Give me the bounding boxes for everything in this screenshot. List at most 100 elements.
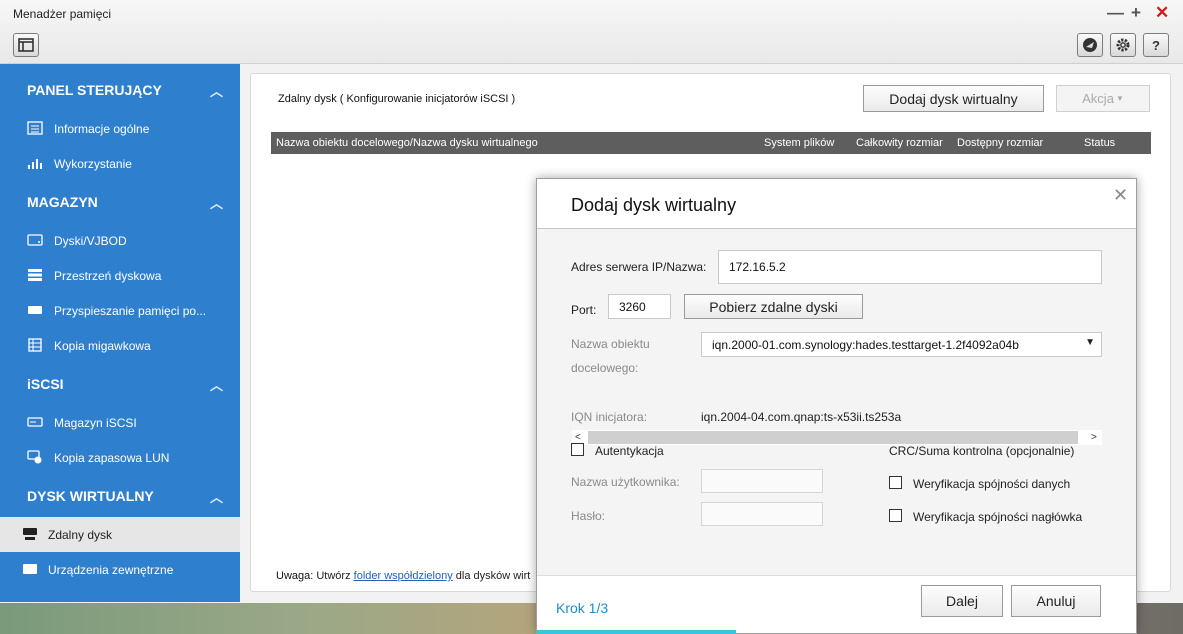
sidebar-section-iscsi[interactable]: iSCSI ︿ xyxy=(0,362,240,406)
minimize-icon[interactable]: — xyxy=(1107,4,1124,22)
sidebar-item-disks[interactable]: Dyski/VJBOD xyxy=(0,223,240,258)
password-label: Hasło: xyxy=(571,509,606,523)
app-title: Menadżer pamięci xyxy=(13,7,112,21)
layout-button[interactable] xyxy=(13,33,39,57)
overview-icon xyxy=(27,121,43,135)
iscsi-storage-icon xyxy=(27,417,43,427)
cancel-button[interactable]: Anuluj xyxy=(1011,585,1101,617)
sidebar-item-label: Przestrzeń dyskowa xyxy=(54,269,162,283)
step-indicator: Krok 1/3 xyxy=(556,600,609,616)
section-label: iSCSI xyxy=(27,376,64,392)
wizard-progress-bar xyxy=(537,630,737,634)
divider xyxy=(537,575,1136,576)
header-digest-label: Weryfikacja spójności nagłówka xyxy=(913,510,1083,524)
sidebar-item-label: Kopia zapasowa LUN xyxy=(54,451,170,465)
disk-icon xyxy=(27,234,43,246)
table-header: Nazwa obiektu docelowego/Nazwa dysku wir… xyxy=(271,132,1151,154)
server-address-label: Adres serwera IP/Nazwa: xyxy=(571,260,707,274)
action-label: Akcja xyxy=(1082,91,1114,106)
chevron-up-icon[interactable]: ︿ xyxy=(210,487,223,506)
sidebar-item-label: Informacje ogólne xyxy=(54,122,150,136)
sidebar-item-snapshot[interactable]: Kopia migawkowa xyxy=(0,328,240,363)
chevron-up-icon[interactable]: ︿ xyxy=(210,375,223,394)
port-label: Port: xyxy=(571,303,597,317)
data-digest-label: Weryfikacja spójności danych xyxy=(913,477,1071,491)
sidebar-section-control-panel[interactable]: PANEL STERUJĄCY ︿ xyxy=(0,68,240,112)
lun-backup-icon xyxy=(27,450,42,464)
sidebar: PANEL STERUJĄCY ︿ Informacje ogólne Wyko… xyxy=(0,64,240,602)
column-header[interactable]: Całkowity rozmiar xyxy=(856,137,943,149)
column-header[interactable]: Dostępny rozmiar xyxy=(957,137,1043,149)
next-button[interactable]: Dalej xyxy=(921,585,1003,617)
target-name-label: Nazwa obiektu xyxy=(571,337,650,351)
sidebar-item-label: Dyski/VJBOD xyxy=(54,234,127,248)
sidebar-item-lun-backup[interactable]: Kopia zapasowa LUN xyxy=(0,440,240,475)
external-app-icon xyxy=(1083,38,1097,52)
storage-space-icon xyxy=(28,269,42,281)
sidebar-section-storage[interactable]: MAGAZYN ︿ xyxy=(0,180,240,224)
initiator-iqn-value: iqn.2004-04.com.qnap:ts-x53ii.ts253a xyxy=(701,410,902,424)
server-address-input[interactable]: 172.16.5.2 xyxy=(718,250,1102,284)
sidebar-item-label: Urządzenia zewnętrzne xyxy=(48,563,174,577)
external-device-icon xyxy=(23,564,37,574)
sidebar-item-label: Przyspieszanie pamięci po... xyxy=(54,304,207,318)
initiator-iqn-label: IQN inicjatora: xyxy=(571,410,648,424)
column-header[interactable]: Status xyxy=(1084,137,1115,149)
column-header[interactable]: System plików xyxy=(764,137,834,149)
chevron-up-icon[interactable]: ︿ xyxy=(210,81,223,100)
close-icon[interactable]: ✕ xyxy=(1155,4,1169,22)
crc-title: CRC/Suma kontrolna (opcjonalnie) xyxy=(889,444,1075,458)
sidebar-item-storage-space[interactable]: Przestrzeń dyskowa xyxy=(0,258,240,293)
sidebar-item-cache-acceleration[interactable]: Przyspieszanie pamięci po... xyxy=(0,293,240,328)
add-virtual-disk-dialog: ✕ Dodaj dysk wirtualny Adres serwera IP/… xyxy=(536,178,1137,634)
scrollbar-thumb[interactable] xyxy=(588,431,1078,444)
shared-folder-link[interactable]: folder współdzielony xyxy=(354,570,453,582)
password-input[interactable] xyxy=(701,502,823,526)
settings-button[interactable] xyxy=(1110,33,1136,57)
sidebar-item-iscsi-storage[interactable]: Magazyn iSCSI xyxy=(0,405,240,440)
column-header[interactable]: Nazwa obiektu docelowego/Nazwa dysku wir… xyxy=(276,137,538,149)
scroll-right-icon[interactable]: > xyxy=(1091,430,1097,445)
note-text-part: Utwórz xyxy=(313,570,354,582)
dialog-body: Adres serwera IP/Nazwa: 172.16.5.2 Port:… xyxy=(537,229,1136,575)
data-digest-checkbox[interactable] xyxy=(889,476,902,489)
usage-chart-icon xyxy=(28,159,42,169)
chevron-up-icon[interactable]: ︿ xyxy=(210,193,223,212)
cache-icon xyxy=(28,306,42,314)
header-digest-checkbox[interactable] xyxy=(889,509,902,522)
port-input[interactable]: 3260 xyxy=(608,294,671,319)
help-button[interactable]: ? xyxy=(1143,33,1169,57)
sidebar-item-usage[interactable]: Wykorzystanie xyxy=(0,146,240,181)
username-input[interactable] xyxy=(701,469,823,493)
note-prefix: Uwaga: xyxy=(276,570,314,582)
section-label: MAGAZYN xyxy=(27,194,98,210)
sidebar-item-label: Kopia migawkowa xyxy=(54,339,151,353)
maximize-icon[interactable]: + xyxy=(1131,4,1141,22)
sidebar-item-label: Magazyn iSCSI xyxy=(54,416,137,430)
authentication-checkbox[interactable] xyxy=(571,443,584,456)
snapshot-icon xyxy=(28,338,42,352)
target-name-value: iqn.2000-01.com.synology:hades.testtarge… xyxy=(712,337,1019,352)
sidebar-item-overview[interactable]: Informacje ogólne xyxy=(0,111,240,146)
action-dropdown-button[interactable]: Akcja ▼ xyxy=(1056,85,1150,112)
horizontal-scrollbar[interactable]: < > xyxy=(572,430,1102,445)
fetch-remote-disks-button[interactable]: Pobierz zdalne dyski xyxy=(684,294,863,319)
sidebar-item-external-devices[interactable]: Urządzenia zewnętrzne xyxy=(0,552,240,587)
caret-down-icon: ▼ xyxy=(1115,94,1124,103)
dialog-title: Dodaj dysk wirtualny xyxy=(571,195,737,215)
remote-disk-icon xyxy=(23,528,37,540)
sidebar-section-virtual-disk[interactable]: DYSK WIRTUALNY ︿ xyxy=(0,474,240,518)
close-icon[interactable]: ✕ xyxy=(1113,185,1128,206)
layout-icon xyxy=(18,38,34,52)
help-icon: ? xyxy=(1152,37,1160,53)
page-title: Zdalny dysk ( Konfigurowanie inicjatorów… xyxy=(278,93,516,105)
external-app-button[interactable] xyxy=(1077,33,1103,57)
authentication-label: Autentykacja xyxy=(595,444,664,458)
note-text-part: dla dysków wirt xyxy=(452,570,531,582)
title-bar: Menadżer pamięci — + ✕ ? xyxy=(0,0,1183,64)
target-name-select[interactable]: iqn.2000-01.com.synology:hades.testtarge… xyxy=(701,332,1102,357)
gear-icon xyxy=(1116,38,1130,52)
sidebar-item-remote-disk[interactable]: Zdalny dysk xyxy=(0,517,240,552)
section-label: DYSK WIRTUALNY xyxy=(27,488,154,504)
add-virtual-disk-button[interactable]: Dodaj dysk wirtualny xyxy=(863,85,1044,112)
